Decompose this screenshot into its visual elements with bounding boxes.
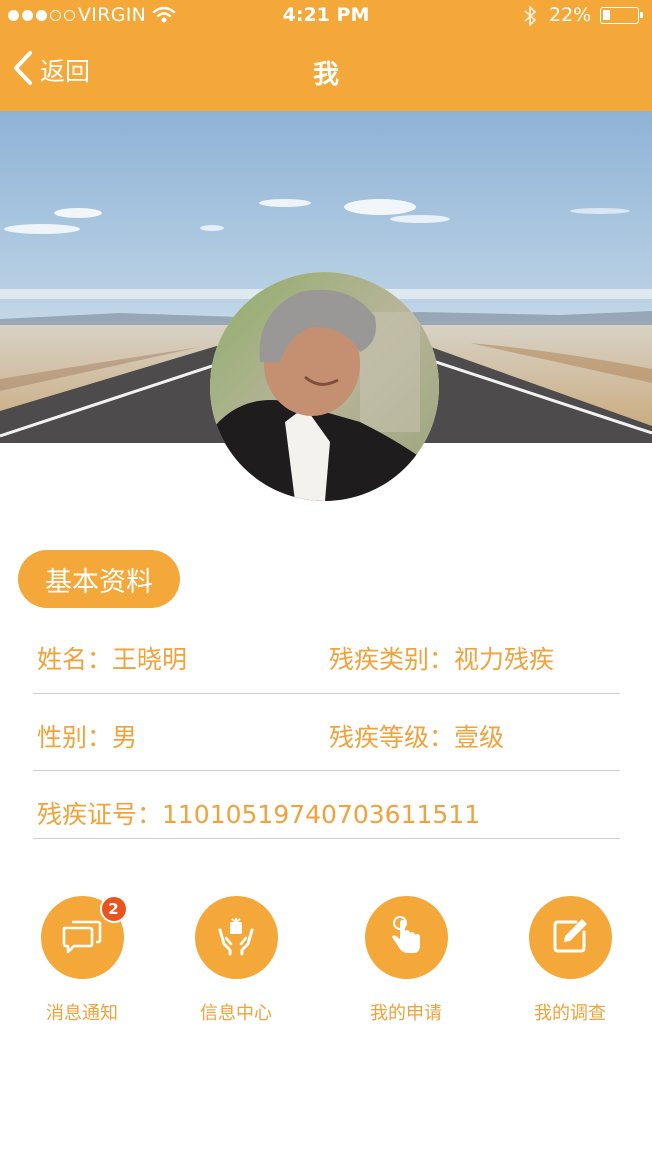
my-surveys-icon-circle [528, 896, 612, 979]
edit-note-icon [550, 916, 590, 960]
page-title: 我 [312, 60, 339, 90]
hands-gift-icon [216, 916, 256, 960]
messages-button[interactable]: 2 消息通知 [22, 895, 142, 1025]
chat-bubbles-icon [60, 916, 104, 960]
info-center-button[interactable]: 信息中心 [176, 896, 296, 1025]
name-field: 姓名：王晓明 [37, 645, 188, 674]
info-center-icon-circle [194, 896, 278, 979]
bluetooth-icon [522, 4, 538, 32]
gender-field: 性别：男 [37, 723, 138, 752]
info-row: 姓名：王晓明 残疾类别：视力残疾 [33, 640, 620, 694]
disability-level-field: 残疾等级：壹级 [329, 723, 505, 752]
battery-icon [600, 7, 643, 24]
unread-count-badge: 2 [99, 895, 128, 923]
my-applications-button[interactable]: 我的申请 [346, 896, 466, 1025]
info-row: 残疾证号：11010519740703611511 [33, 795, 620, 839]
my-surveys-button[interactable]: 我的调查 [510, 896, 630, 1025]
status-bar: VIRGIN 4:21 PM 22% [0, 0, 652, 32]
messages-label: 消息通知 [46, 1003, 118, 1024]
disability-type-field: 残疾类别：视力残疾 [329, 645, 555, 674]
app-header: VIRGIN 4:21 PM 22% 返回 我 [0, 0, 652, 111]
my-applications-icon-circle [364, 896, 448, 979]
my-surveys-label: 我的调查 [534, 1003, 606, 1024]
certificate-number-field: 残疾证号：11010519740703611511 [37, 800, 481, 829]
messages-icon-circle: 2 [40, 895, 128, 979]
tap-hand-icon [386, 915, 426, 961]
my-applications-label: 我的申请 [370, 1003, 442, 1024]
info-row: 性别：男 残疾等级：壹级 [33, 718, 620, 771]
battery-percent: 22% [549, 4, 592, 26]
info-center-label: 信息中心 [200, 1003, 272, 1024]
avatar[interactable] [210, 272, 439, 501]
section-title-badge: 基本资料 [18, 550, 180, 608]
nav-bar: 返回 我 [0, 32, 652, 111]
